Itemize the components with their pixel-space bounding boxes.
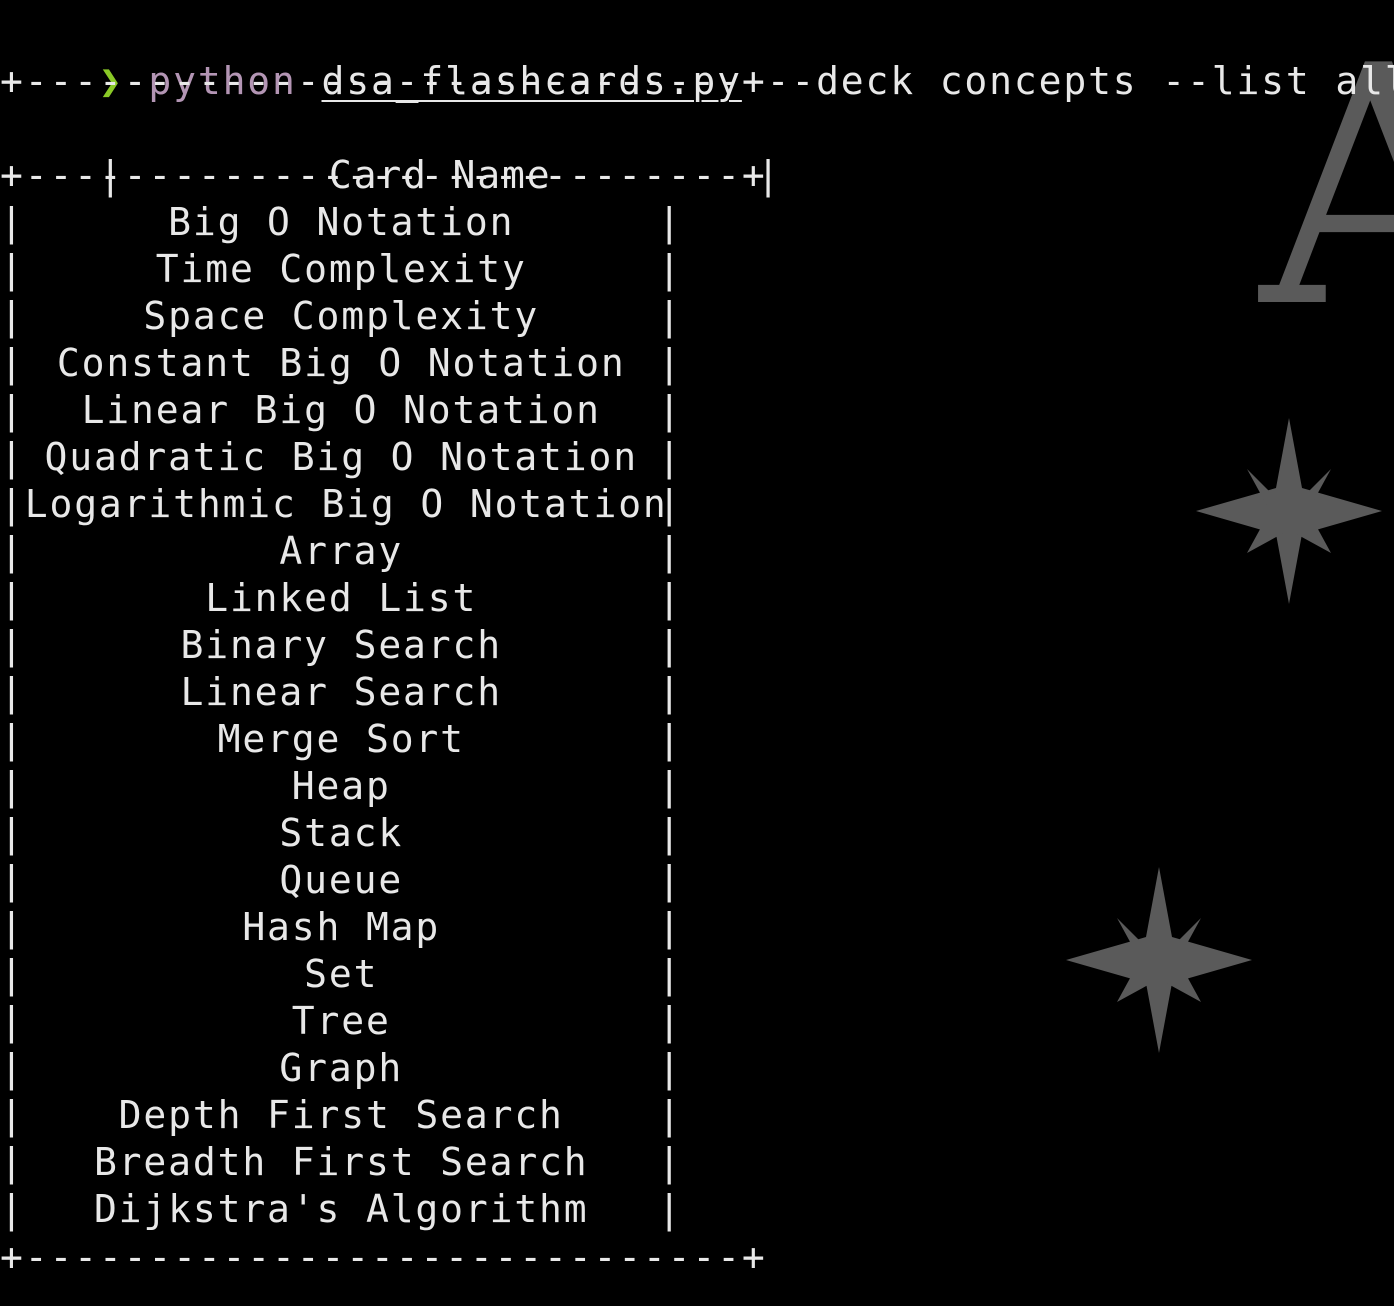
card-name-cell: Graph [279,1046,404,1090]
card-name-cell: Merge Sort [217,717,465,761]
table-right-border: | [657,905,683,949]
table-right-border: | [657,1140,683,1184]
table-right-border: | [657,576,683,620]
card-name-cell: Linked List [205,576,478,620]
table-row: | Linked List | [0,575,682,622]
table-left-border: | [0,294,25,338]
four-point-star-icon [1196,418,1382,604]
table-right-border: | [657,294,683,338]
table-left-border: | [0,1046,25,1090]
card-name-cell: Space Complexity [143,294,540,338]
command-args: --deck concepts --list all [766,59,1394,103]
table-row: |Logarithmic Big O Notation| [0,481,682,528]
table-left-border: | [0,999,25,1043]
table-left-border: | [0,1187,25,1231]
card-name-cell: Breadth First Search [93,1140,589,1184]
table-left-border: | [0,341,25,385]
table-row: | Hash Map | [0,904,682,951]
table-row: | Time Complexity | [0,246,682,293]
table-left-border: | [0,247,25,291]
table-top-border: +-----------------------------+ [0,59,767,103]
table-left-border: | [0,529,25,573]
table-row: | Merge Sort | [0,716,682,763]
table-left-border: | [0,1093,25,1137]
table-right-border: | [657,247,683,291]
table-row: | Linear Search | [0,669,682,716]
table-left-border: | [0,623,25,667]
table-row: | Stack | [0,810,682,857]
table-row: | Depth First Search | [0,1092,682,1139]
table-row: | Constant Big O Notation | [0,340,682,387]
table-right-border: | [657,435,683,479]
card-name-cell: Time Complexity [155,247,527,291]
table-bottom-border: +-----------------------------+ [0,1235,767,1279]
card-name-cell: Stack [279,811,404,855]
command-line[interactable]: ❯ python dsa_flashcards.py --deck concep… [0,11,1394,103]
table-header-row: | Card Name | [0,105,781,197]
table-left-border: | [0,482,25,526]
table-left-border: | [0,576,25,620]
card-name-cell: Quadratic Big O Notation [44,435,638,479]
card-name-cell: Heap [291,764,391,808]
table-right-border: | [657,341,683,385]
table-left-border: | [0,200,25,244]
table-right-border: | [657,764,683,808]
table-row: | Quadratic Big O Notation | [0,434,682,481]
table-left-border: | [0,717,25,761]
table-right-border: | [657,811,683,855]
card-name-cell: Queue [279,858,404,902]
table-right-border: | [657,1187,683,1231]
card-name-cell: Big O Notation [168,200,515,244]
table-left-border: | [0,435,25,479]
table-row: | Heap | [0,763,682,810]
table-row: | Linear Big O Notation | [0,387,682,434]
table-right-border: | [657,952,683,996]
table-row: | Array | [0,528,682,575]
table-row: | Tree | [0,998,682,1045]
card-name-cell: Set [304,952,379,996]
table-right-border: | [657,200,683,244]
card-name-cell: Array [279,529,404,573]
table-right-border: | [657,670,683,714]
card-name-cell: Depth First Search [118,1093,564,1137]
table-row: | Breadth First Search | [0,1139,682,1186]
card-name-cell: Dijkstra's Algorithm [93,1187,589,1231]
table-row: | Set | [0,951,682,998]
table-right-border: | [657,858,683,902]
table-left-border: | [0,388,25,432]
four-point-star-icon [1066,867,1252,1053]
table-header-border: +-----------------------------+ [0,153,767,197]
table-right-border: | [657,482,683,526]
table-right-border: | [657,529,683,573]
table-row: | Space Complexity | [0,293,682,340]
table-left-border: | [0,764,25,808]
table-left-border: | [0,858,25,902]
table-right-border: | [657,1046,683,1090]
table-row: | Binary Search | [0,622,682,669]
table-right-border: | [657,1093,683,1137]
table-left-border: | [0,811,25,855]
table-right-border: | [657,388,683,432]
table-left-border: | [0,670,25,714]
table-row: | Dijkstra's Algorithm | [0,1186,682,1233]
table-right-border: | [657,717,683,761]
table-right-border: | [657,999,683,1043]
table-left-border: | [0,905,25,949]
table-row: | Graph | [0,1045,682,1092]
card-name-cell: Constant Big O Notation [56,341,626,385]
card-name-cell: Linear Search [180,670,502,714]
card-name-cell: Linear Big O Notation [81,388,601,432]
card-name-cell: Logarithmic Big O Notation [24,482,668,526]
terminal-window[interactable]: A ❯ python dsa_flashcards.py --deck conc… [0,0,1394,1306]
table-row: | Big O Notation | [0,199,682,246]
card-name-cell: Tree [291,999,391,1043]
table-row: | Queue | [0,857,682,904]
card-name-cell: Hash Map [242,905,441,949]
table-right-border: | [657,623,683,667]
card-name-cell: Binary Search [180,623,502,667]
table-left-border: | [0,952,25,996]
table-left-border: | [0,1140,25,1184]
